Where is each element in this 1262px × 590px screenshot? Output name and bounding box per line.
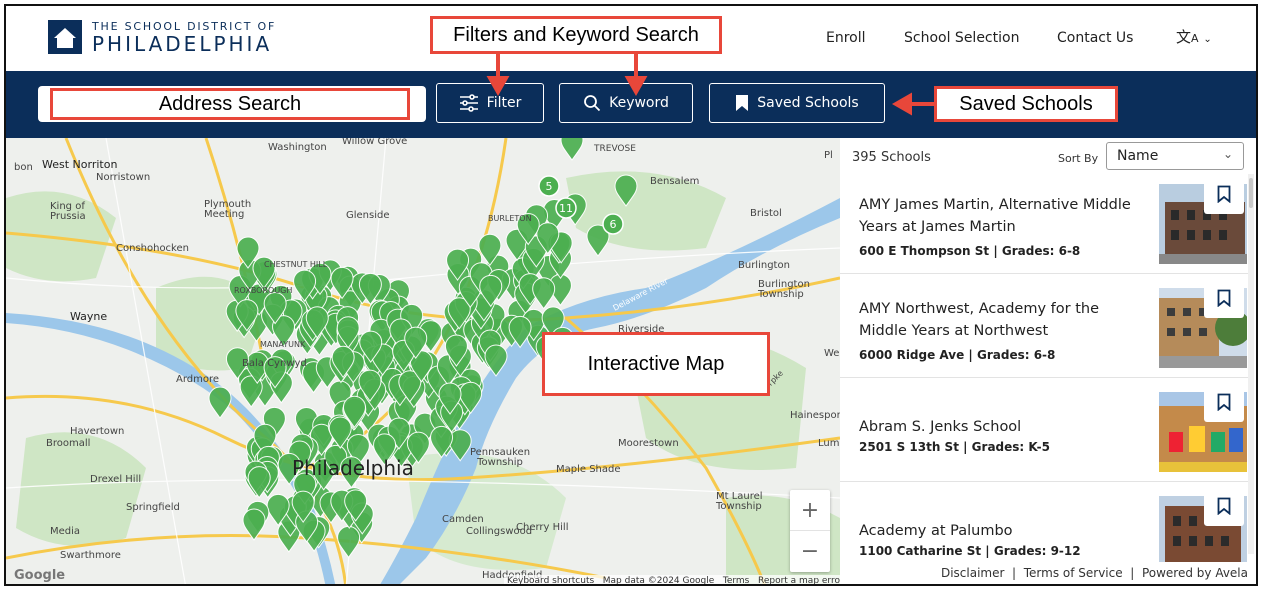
map-label: Bensalem bbox=[650, 176, 700, 187]
terms-link[interactable]: Terms bbox=[723, 576, 750, 584]
save-school-button[interactable] bbox=[1204, 174, 1244, 214]
panel-footer: Disclaimer | Terms of Service | Powered … bbox=[840, 566, 1248, 580]
map-label: CHESTNUT HILL bbox=[264, 260, 328, 269]
map-label: Wayne bbox=[70, 310, 108, 323]
map-label: Plymouth Meeting bbox=[204, 199, 252, 220]
map-label: Moorestown bbox=[618, 438, 679, 449]
zoom-control: + − bbox=[790, 490, 830, 572]
map-label: Burlington Township bbox=[758, 279, 810, 300]
cluster-count: 11 bbox=[559, 202, 573, 215]
map-data-text: Map data ©2024 Google bbox=[602, 576, 715, 586]
map-label: Hainesport bbox=[790, 410, 840, 421]
map-label: Bristol bbox=[750, 208, 782, 219]
map-label: Camden bbox=[442, 514, 484, 525]
map-attribution: Keyboard shortcuts Map data ©2024 Google… bbox=[504, 575, 840, 586]
sort-by-label: Sort By bbox=[1058, 152, 1099, 165]
map-label: MANAYUNK bbox=[260, 340, 306, 349]
map-label: Pennsauken Township bbox=[469, 447, 531, 468]
bookmark-icon bbox=[1217, 497, 1231, 515]
terms-of-service-link[interactable]: Terms of Service bbox=[1024, 566, 1123, 580]
school-name[interactable]: Academy at Palumbo bbox=[859, 520, 1139, 542]
map-label: Broomall bbox=[46, 438, 91, 449]
map-label: Springfield bbox=[126, 502, 180, 513]
map-label: Lum bbox=[818, 438, 840, 449]
map-label: Pl bbox=[824, 150, 833, 161]
map-label: BURLETON bbox=[488, 214, 532, 223]
save-school-button[interactable] bbox=[1204, 486, 1244, 526]
report-map-error-link[interactable]: Report a map error bbox=[758, 576, 840, 584]
annotation-interactive-map: Interactive Map bbox=[542, 332, 770, 396]
map-label: Bala Cynwyd bbox=[242, 358, 307, 369]
map-label: West Norriton bbox=[42, 158, 118, 171]
school-address: 6000 Ridge Ave | Grades: 6-8 bbox=[859, 348, 1056, 362]
school-card[interactable]: AMY Northwest, Academy for the Middle Ye… bbox=[840, 278, 1248, 378]
powered-by-link[interactable]: Powered by Avela bbox=[1142, 566, 1248, 580]
bookmark-icon bbox=[1217, 393, 1231, 411]
map-label: Burlington bbox=[738, 260, 790, 271]
annotation-arrows bbox=[486, 54, 934, 116]
school-address: 1100 Catharine St | Grades: 9-12 bbox=[859, 544, 1081, 558]
school-address: 600 E Thompson St | Grades: 6-8 bbox=[859, 244, 1081, 258]
map-label: Glenside bbox=[346, 210, 390, 221]
school-name[interactable]: Abram S. Jenks School bbox=[859, 416, 1139, 438]
school-count: 395 Schools bbox=[852, 150, 931, 165]
list-scrollbar[interactable] bbox=[1248, 174, 1254, 554]
map-label: Mt Laurel Township bbox=[716, 491, 763, 512]
school-card[interactable]: Abram S. Jenks School 2501 S 13th St | G… bbox=[840, 382, 1248, 482]
app-frame: THE SCHOOL DISTRICT OF PHILADELPHIA Enro… bbox=[4, 4, 1258, 586]
cluster-count: 6 bbox=[610, 218, 617, 231]
zoom-in-button[interactable]: + bbox=[790, 490, 830, 531]
school-name[interactable]: AMY James Martin, Alternative Middle Yea… bbox=[859, 194, 1139, 238]
sort-value: Name bbox=[1117, 148, 1159, 164]
keyboard-shortcuts-link[interactable]: Keyboard shortcuts bbox=[507, 576, 594, 584]
map-label: Swarthmore bbox=[60, 550, 121, 561]
school-list-panel: 395 Schools Sort By Name ⌄ AMY James Mar… bbox=[840, 138, 1256, 584]
map-label: Conshohocken bbox=[116, 243, 189, 254]
disclaimer-link[interactable]: Disclaimer bbox=[941, 566, 1004, 580]
map-label: Media bbox=[50, 526, 81, 537]
map-label: bon bbox=[14, 162, 33, 173]
map-label: Philadelphia bbox=[292, 456, 414, 480]
map-label: King of Prussia bbox=[50, 201, 86, 222]
footer-separator: | bbox=[1012, 566, 1017, 580]
map-label: Maple Shade bbox=[556, 464, 621, 475]
chevron-down-icon: ⌄ bbox=[1222, 147, 1233, 161]
map-label: Ardmore bbox=[176, 374, 220, 385]
cluster-count: 5 bbox=[546, 180, 553, 193]
bookmark-icon bbox=[1217, 289, 1231, 307]
school-address: 2501 S 13th St | Grades: K-5 bbox=[859, 440, 1050, 454]
google-logo[interactable]: Google bbox=[14, 568, 65, 583]
save-school-button[interactable] bbox=[1204, 382, 1244, 422]
school-card[interactable]: AMY James Martin, Alternative Middle Yea… bbox=[840, 174, 1248, 274]
save-school-button[interactable] bbox=[1204, 278, 1244, 318]
map-label: ROXBOROUGH bbox=[234, 286, 293, 295]
sort-select[interactable]: Name ⌄ bbox=[1106, 142, 1244, 170]
footer-separator: | bbox=[1130, 566, 1135, 580]
school-name[interactable]: AMY Northwest, Academy for the Middle Ye… bbox=[859, 298, 1139, 342]
school-card[interactable]: Academy at Palumbo 1100 Catharine St | G… bbox=[840, 486, 1248, 562]
map-label: Drexel Hill bbox=[90, 474, 142, 485]
map-label: Norristown bbox=[96, 172, 151, 183]
zoom-out-button[interactable]: − bbox=[790, 531, 830, 572]
map-label: Collingswood bbox=[466, 526, 533, 537]
map-label: Havertown bbox=[70, 426, 125, 437]
map-label: We bbox=[824, 348, 840, 359]
bookmark-icon bbox=[1217, 185, 1231, 203]
